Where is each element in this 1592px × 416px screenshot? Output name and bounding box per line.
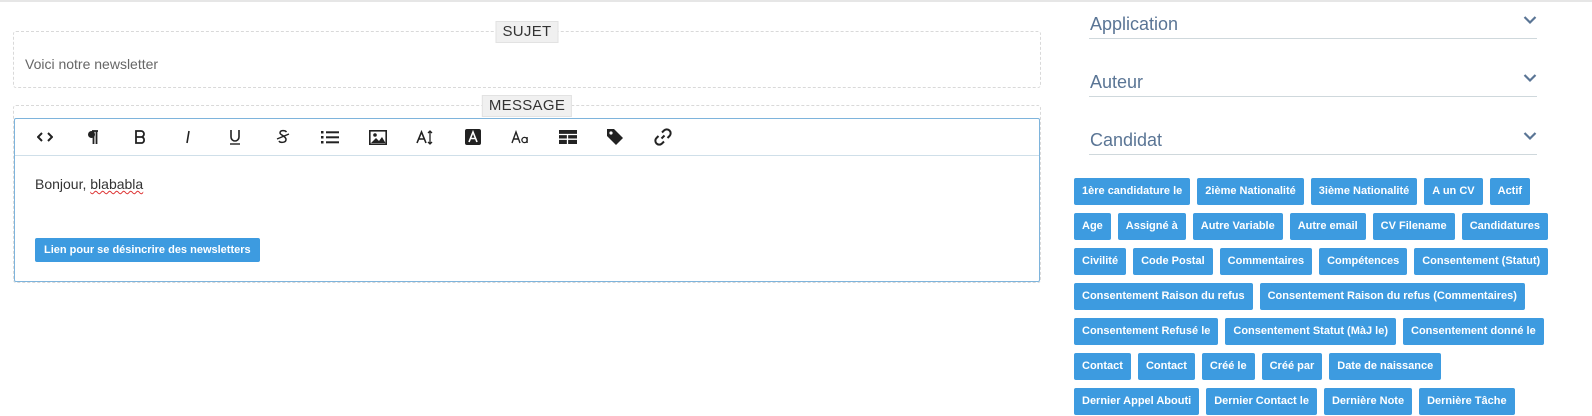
italic-button[interactable] — [170, 122, 206, 152]
paragraph-icon — [87, 129, 98, 144]
tag-button[interactable] — [597, 122, 633, 152]
tag-button[interactable]: Créé par — [1261, 353, 1323, 380]
top-divider — [0, 0, 1592, 2]
tag-button[interactable]: Assigné à — [1117, 213, 1186, 240]
tag-button[interactable]: Consentement Raison du refus — [1074, 283, 1253, 310]
chevron-down-icon — [1523, 74, 1537, 83]
tag-button[interactable]: Dernier Contact le — [1206, 388, 1317, 415]
accordion-title: Application — [1090, 14, 1179, 34]
accordion-candidat[interactable]: Candidat — [1089, 130, 1537, 155]
tag-button[interactable]: Dernier Appel Abouti — [1074, 388, 1200, 415]
tag-button[interactable]: Age — [1074, 213, 1111, 240]
chevron-down-icon — [1523, 16, 1537, 25]
tag-button[interactable]: Créé le — [1201, 353, 1255, 380]
font-family-button[interactable] — [502, 122, 538, 152]
table-button[interactable] — [550, 122, 586, 152]
message-body-text: Bonjour, blababla — [35, 176, 1019, 192]
tag-button[interactable]: Consentement donné le — [1403, 318, 1544, 345]
paragraph-button[interactable] — [75, 122, 111, 152]
strikethrough-icon — [276, 129, 289, 144]
code-view-button[interactable] — [27, 122, 63, 152]
tag-button[interactable]: Dernière Tâche — [1419, 388, 1515, 415]
text-color-button[interactable] — [455, 122, 491, 152]
greeting-text: Bonjour, — [35, 176, 91, 192]
tag-button[interactable]: Actif — [1489, 178, 1531, 205]
tag-button[interactable]: Autre Variable — [1192, 213, 1283, 240]
tag-button[interactable]: CV Filename — [1372, 213, 1455, 240]
subject-fieldset[interactable]: SUJET Voici notre newsletter — [13, 21, 1041, 88]
tag-button[interactable]: Candidatures — [1461, 213, 1548, 240]
tag-button[interactable]: Contact — [1137, 353, 1195, 380]
link-icon — [653, 128, 672, 146]
tag-button[interactable]: A un CV — [1424, 178, 1483, 205]
subject-legend: SUJET — [495, 21, 559, 43]
editor-content[interactable]: Bonjour, blababla Lien pour se désincrir… — [15, 156, 1039, 282]
list-icon — [321, 131, 339, 144]
tag-button[interactable]: Consentement Raison du refus (Commentair… — [1259, 283, 1525, 310]
tag-button[interactable]: 3ième Nationalité — [1310, 178, 1418, 205]
unsubscribe-link-button[interactable]: Lien pour se désincrire des newsletters — [35, 238, 260, 262]
font-family-icon — [511, 130, 528, 144]
accordion-title: Auteur — [1090, 72, 1144, 92]
tag-button[interactable]: Code Postal — [1133, 248, 1213, 275]
list-button[interactable] — [312, 122, 348, 152]
accordion-application[interactable]: Application — [1089, 14, 1537, 39]
accordion-auteur[interactable]: Auteur — [1089, 72, 1537, 97]
bold-button[interactable] — [122, 122, 158, 152]
tag-button[interactable]: Commentaires — [1219, 248, 1313, 275]
tag-button[interactable]: 1ère candidature le — [1074, 178, 1191, 205]
message-fieldset: MESSAGE Bonjour, blababla Lien pour se d… — [13, 95, 1041, 283]
tag-button[interactable]: Compétences — [1319, 248, 1408, 275]
image-icon — [368, 129, 387, 145]
font-size-icon — [416, 129, 433, 145]
accordion-title: Candidat — [1090, 130, 1163, 150]
candidate-variable-tags: 1ère candidature le 2ième Nationalité 3i… — [1074, 178, 1554, 415]
tag-button[interactable]: Contact — [1074, 353, 1131, 380]
table-icon — [558, 130, 577, 144]
code-view-icon — [37, 132, 53, 142]
editor-toolbar — [15, 119, 1039, 156]
font-size-button[interactable] — [407, 122, 443, 152]
tag-button[interactable]: 2ième Nationalité — [1197, 178, 1304, 205]
strikethrough-button[interactable] — [265, 122, 301, 152]
text-color-icon — [464, 129, 481, 145]
rich-text-editor[interactable]: Bonjour, blababla Lien pour se désincrir… — [14, 118, 1040, 282]
image-button[interactable] — [360, 122, 396, 152]
tag-button[interactable]: Autre email — [1289, 213, 1366, 240]
tag-button[interactable]: Consentement Refusé le — [1074, 318, 1219, 345]
link-button[interactable] — [645, 122, 681, 152]
subject-input[interactable]: Voici notre newsletter — [25, 56, 158, 72]
tag-button[interactable]: Consentement Statut (MàJ le) — [1225, 318, 1397, 345]
italic-icon — [185, 130, 190, 144]
underline-button[interactable] — [217, 122, 253, 152]
tag-icon — [607, 129, 623, 145]
misspelled-word: blababla — [90, 176, 144, 192]
underline-icon — [230, 130, 240, 145]
tag-button[interactable]: Dernière Note — [1323, 388, 1413, 415]
tag-button[interactable]: Consentement (Statut) — [1414, 248, 1549, 275]
bold-icon — [135, 130, 145, 144]
chevron-down-icon — [1523, 132, 1537, 141]
tag-button[interactable]: Civilité — [1074, 248, 1127, 275]
message-legend: MESSAGE — [481, 95, 573, 117]
tag-button[interactable]: Date de naissance — [1329, 353, 1442, 380]
